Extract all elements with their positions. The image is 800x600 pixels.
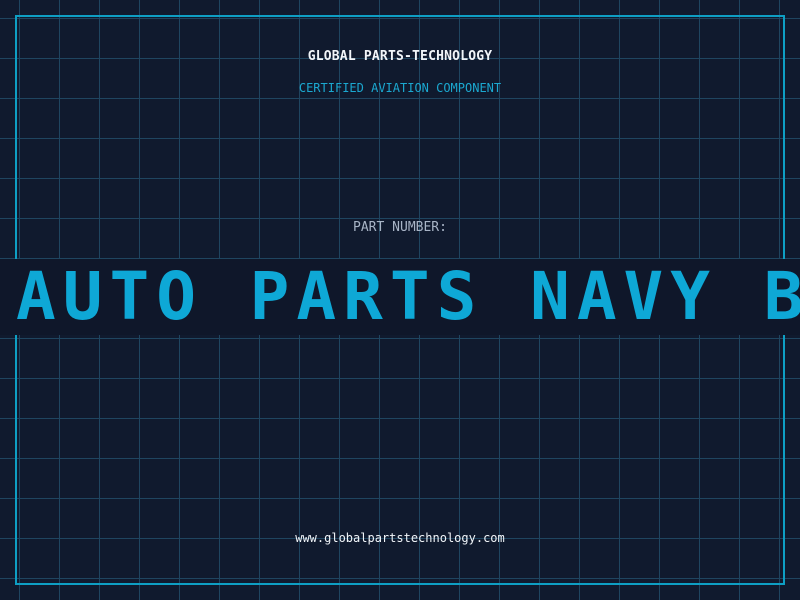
label-page: GLOBAL PARTS-TECHNOLOGY CERTIFIED AVIATI… bbox=[0, 0, 800, 600]
company-name: GLOBAL PARTS-TECHNOLOGY bbox=[307, 49, 493, 64]
certification-text: CERTIFIED AVIATION COMPONENT bbox=[298, 81, 502, 95]
part-number-banner: AUTO PARTS NAVY BO bbox=[0, 259, 800, 335]
website-url: www.globalpartstechnology.com bbox=[295, 531, 505, 545]
part-number-label: PART NUMBER: bbox=[353, 220, 447, 235]
part-number-value: AUTO PARTS NAVY BO bbox=[16, 259, 800, 335]
